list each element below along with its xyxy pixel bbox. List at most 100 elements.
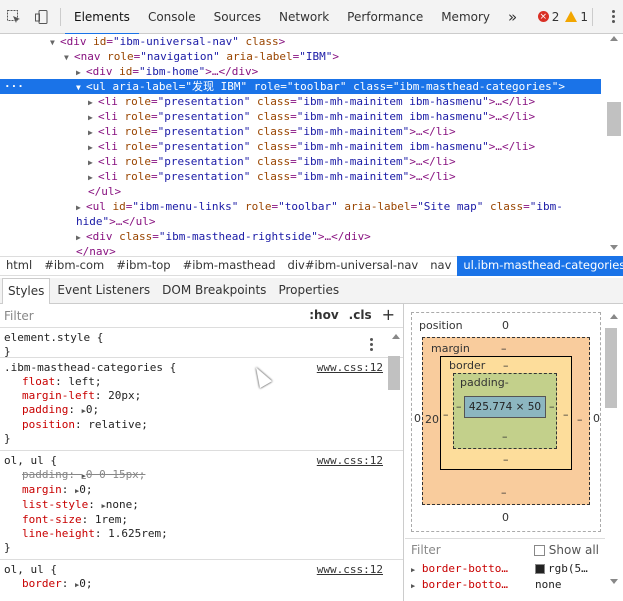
computed-property[interactable]: ▶ border-botto… rgb(5… [405,561,605,577]
css-property[interactable]: border: ▶0; [4,577,399,592]
show-all-toggle[interactable]: Show all [533,543,599,557]
padding-right-value[interactable]: – [549,400,555,413]
tree-node-selected-ul[interactable]: ··· ▼ <ul aria-label="发现 IBM" role="toolb… [0,79,601,94]
tab-network[interactable]: Network [270,0,338,34]
expand-triangle-icon[interactable]: ▶ [76,65,86,80]
tab-elements[interactable]: Elements [65,0,139,35]
collapse-triangle-icon[interactable]: ▼ [64,50,74,65]
position-bottom-value[interactable]: 0 [502,511,509,524]
show-all-checkbox[interactable] [533,544,545,556]
expand-triangle-icon[interactable]: ▶ [88,155,98,170]
tree-node-menu-links[interactable]: ▶ <ul id="ibm-menu-links" role="toolbar" … [76,199,563,214]
tab-memory[interactable]: Memory [432,0,499,34]
tree-node-ul-close[interactable]: </ul> [88,184,121,199]
rule-menu-icon[interactable] [370,338,373,351]
new-rule-button[interactable]: + [382,307,395,323]
rule-selector[interactable]: element.style { [4,331,399,345]
css-property-overridden[interactable]: padding: ▶0 0 15px; [4,468,399,483]
tree-node-rightside[interactable]: ▶ <div class="ibm-masthead-rightside">…</… [76,229,371,244]
color-swatch[interactable] [535,564,545,574]
tree-scrollbar[interactable] [605,36,621,250]
margin-left-value[interactable]: 20 [425,413,439,426]
expand-triangle-icon[interactable]: ▶ [88,140,98,155]
more-tabs-button[interactable]: » [499,0,526,34]
breadcrumb-item[interactable]: #ibm-masthead [177,256,282,276]
tree-node-li[interactable]: ▶ <li role="presentation" class="ibm-mh-m… [88,169,456,184]
expand-triangle-icon[interactable]: ▶ [88,170,98,185]
collapse-triangle-icon[interactable]: ▼ [50,35,60,50]
expand-triangle-icon[interactable]: ▶ [76,200,86,215]
style-rule[interactable]: .ibm-masthead-categories { www.css:12 fl… [0,358,403,451]
rule-source-link[interactable]: www.css:12 [317,361,383,375]
tree-node-nav[interactable]: ▼ <nav role="navigation" aria-label="IBM"… [64,49,339,64]
border-box[interactable]: border – – – – padding- – – – 425.774 × … [440,356,572,470]
scroll-down-icon[interactable] [610,245,618,250]
expand-triangle-icon[interactable]: ▶ [411,566,415,574]
device-toolbar-icon[interactable] [28,0,56,34]
breadcrumb-item[interactable]: #ibm-com [38,256,110,276]
breadcrumb-item[interactable]: html [0,256,38,276]
position-top-value[interactable]: 0 [502,319,509,332]
tree-node-nav-close[interactable]: </nav> [76,244,116,256]
css-property[interactable]: position: relative; [4,418,399,432]
css-property[interactable]: margin: ▶0; [4,483,399,498]
border-bottom-value[interactable]: – [503,453,509,466]
border-right-value[interactable]: – [563,408,569,421]
css-property[interactable]: line-height: 1.625rem; [4,527,399,541]
style-rule[interactable]: element.style { } [0,328,403,358]
tree-node-li[interactable]: ▶ <li role="presentation" class="ibm-mh-m… [88,154,456,169]
breadcrumb-item[interactable]: nav [424,256,457,276]
more-actions-icon[interactable]: ··· [4,79,24,94]
breadcrumb-item[interactable]: #ibm-top [110,256,176,276]
css-property[interactable]: font-size: 1rem; [4,513,399,527]
issues-counter[interactable]: × 2 1 [537,10,588,24]
tree-node-li[interactable]: ▶ <li role="presentation" class="ibm-mh-m… [88,94,535,109]
box-pane-scrollbar[interactable] [605,314,619,584]
styles-filter-input[interactable]: Filter [4,309,34,323]
scrollbar-thumb[interactable] [388,356,400,390]
style-rule[interactable]: ol, ul { www.css:12 border: ▶0; [0,560,403,596]
tab-console[interactable]: Console [139,0,205,34]
scroll-down-icon[interactable] [610,579,618,584]
computed-property[interactable]: ▶ border-botto… none [405,577,605,593]
margin-bottom-value[interactable]: – [501,486,507,499]
expand-triangle-icon[interactable]: ▶ [411,582,415,590]
css-property[interactable]: margin-left: 20px; [4,389,399,403]
tab-sources[interactable]: Sources [205,0,270,34]
tab-performance[interactable]: Performance [338,0,432,34]
tab-properties[interactable]: Properties [273,278,344,304]
tab-event-listeners[interactable]: Event Listeners [52,278,155,304]
padding-bottom-value[interactable]: – [502,430,508,443]
tree-node-li[interactable]: ▶ <li role="presentation" class="ibm-mh-m… [88,124,456,139]
css-property[interactable]: float: left; [4,375,399,389]
expand-triangle-icon[interactable]: ▶ [88,110,98,125]
padding-left-value[interactable]: – [456,400,462,413]
collapse-triangle-icon[interactable]: ▼ [76,80,86,95]
margin-box[interactable]: margin – 20 – – border – – – – padding- … [422,337,590,505]
tree-node-universal-nav[interactable]: ▼ <div id="ibm-universal-nav" class> [50,34,285,49]
tree-node-li[interactable]: ▶ <li role="presentation" class="ibm-mh-m… [88,139,535,154]
padding-box[interactable]: padding- – – – 425.774 × 50 [453,373,557,449]
expand-triangle-icon[interactable]: ▶ [88,95,98,110]
content-box[interactable]: 425.774 × 50 [464,396,546,418]
class-toggle[interactable]: .cls [349,308,372,322]
border-top-value[interactable]: – [503,359,509,372]
scrollbar-thumb[interactable] [607,102,621,136]
scrollbar-thumb[interactable] [605,328,617,408]
css-property[interactable]: padding: ▶0; [4,403,399,418]
position-right-value[interactable]: 0 [593,412,600,425]
margin-right-value[interactable]: – [577,413,583,426]
border-left-value[interactable]: – [443,408,449,421]
tree-node-li[interactable]: ▶ <li role="presentation" class="ibm-mh-m… [88,109,535,124]
expand-triangle-icon[interactable]: ▶ [88,125,98,140]
styles-scrollbar[interactable] [387,334,401,601]
tree-node-ibm-home[interactable]: ▶ <div id="ibm-home">…</div> [76,64,258,79]
breadcrumb-item[interactable]: div#ibm-universal-nav [282,256,425,276]
rule-source-link[interactable]: www.css:12 [317,563,383,577]
tab-dom-breakpoints[interactable]: DOM Breakpoints [157,278,271,304]
scroll-up-icon[interactable] [392,334,400,339]
rule-source-link[interactable]: www.css:12 [317,454,383,468]
tab-styles[interactable]: Styles [2,277,51,304]
expand-triangle-icon[interactable]: ▶ [76,230,86,245]
customize-menu-icon[interactable] [603,10,623,23]
